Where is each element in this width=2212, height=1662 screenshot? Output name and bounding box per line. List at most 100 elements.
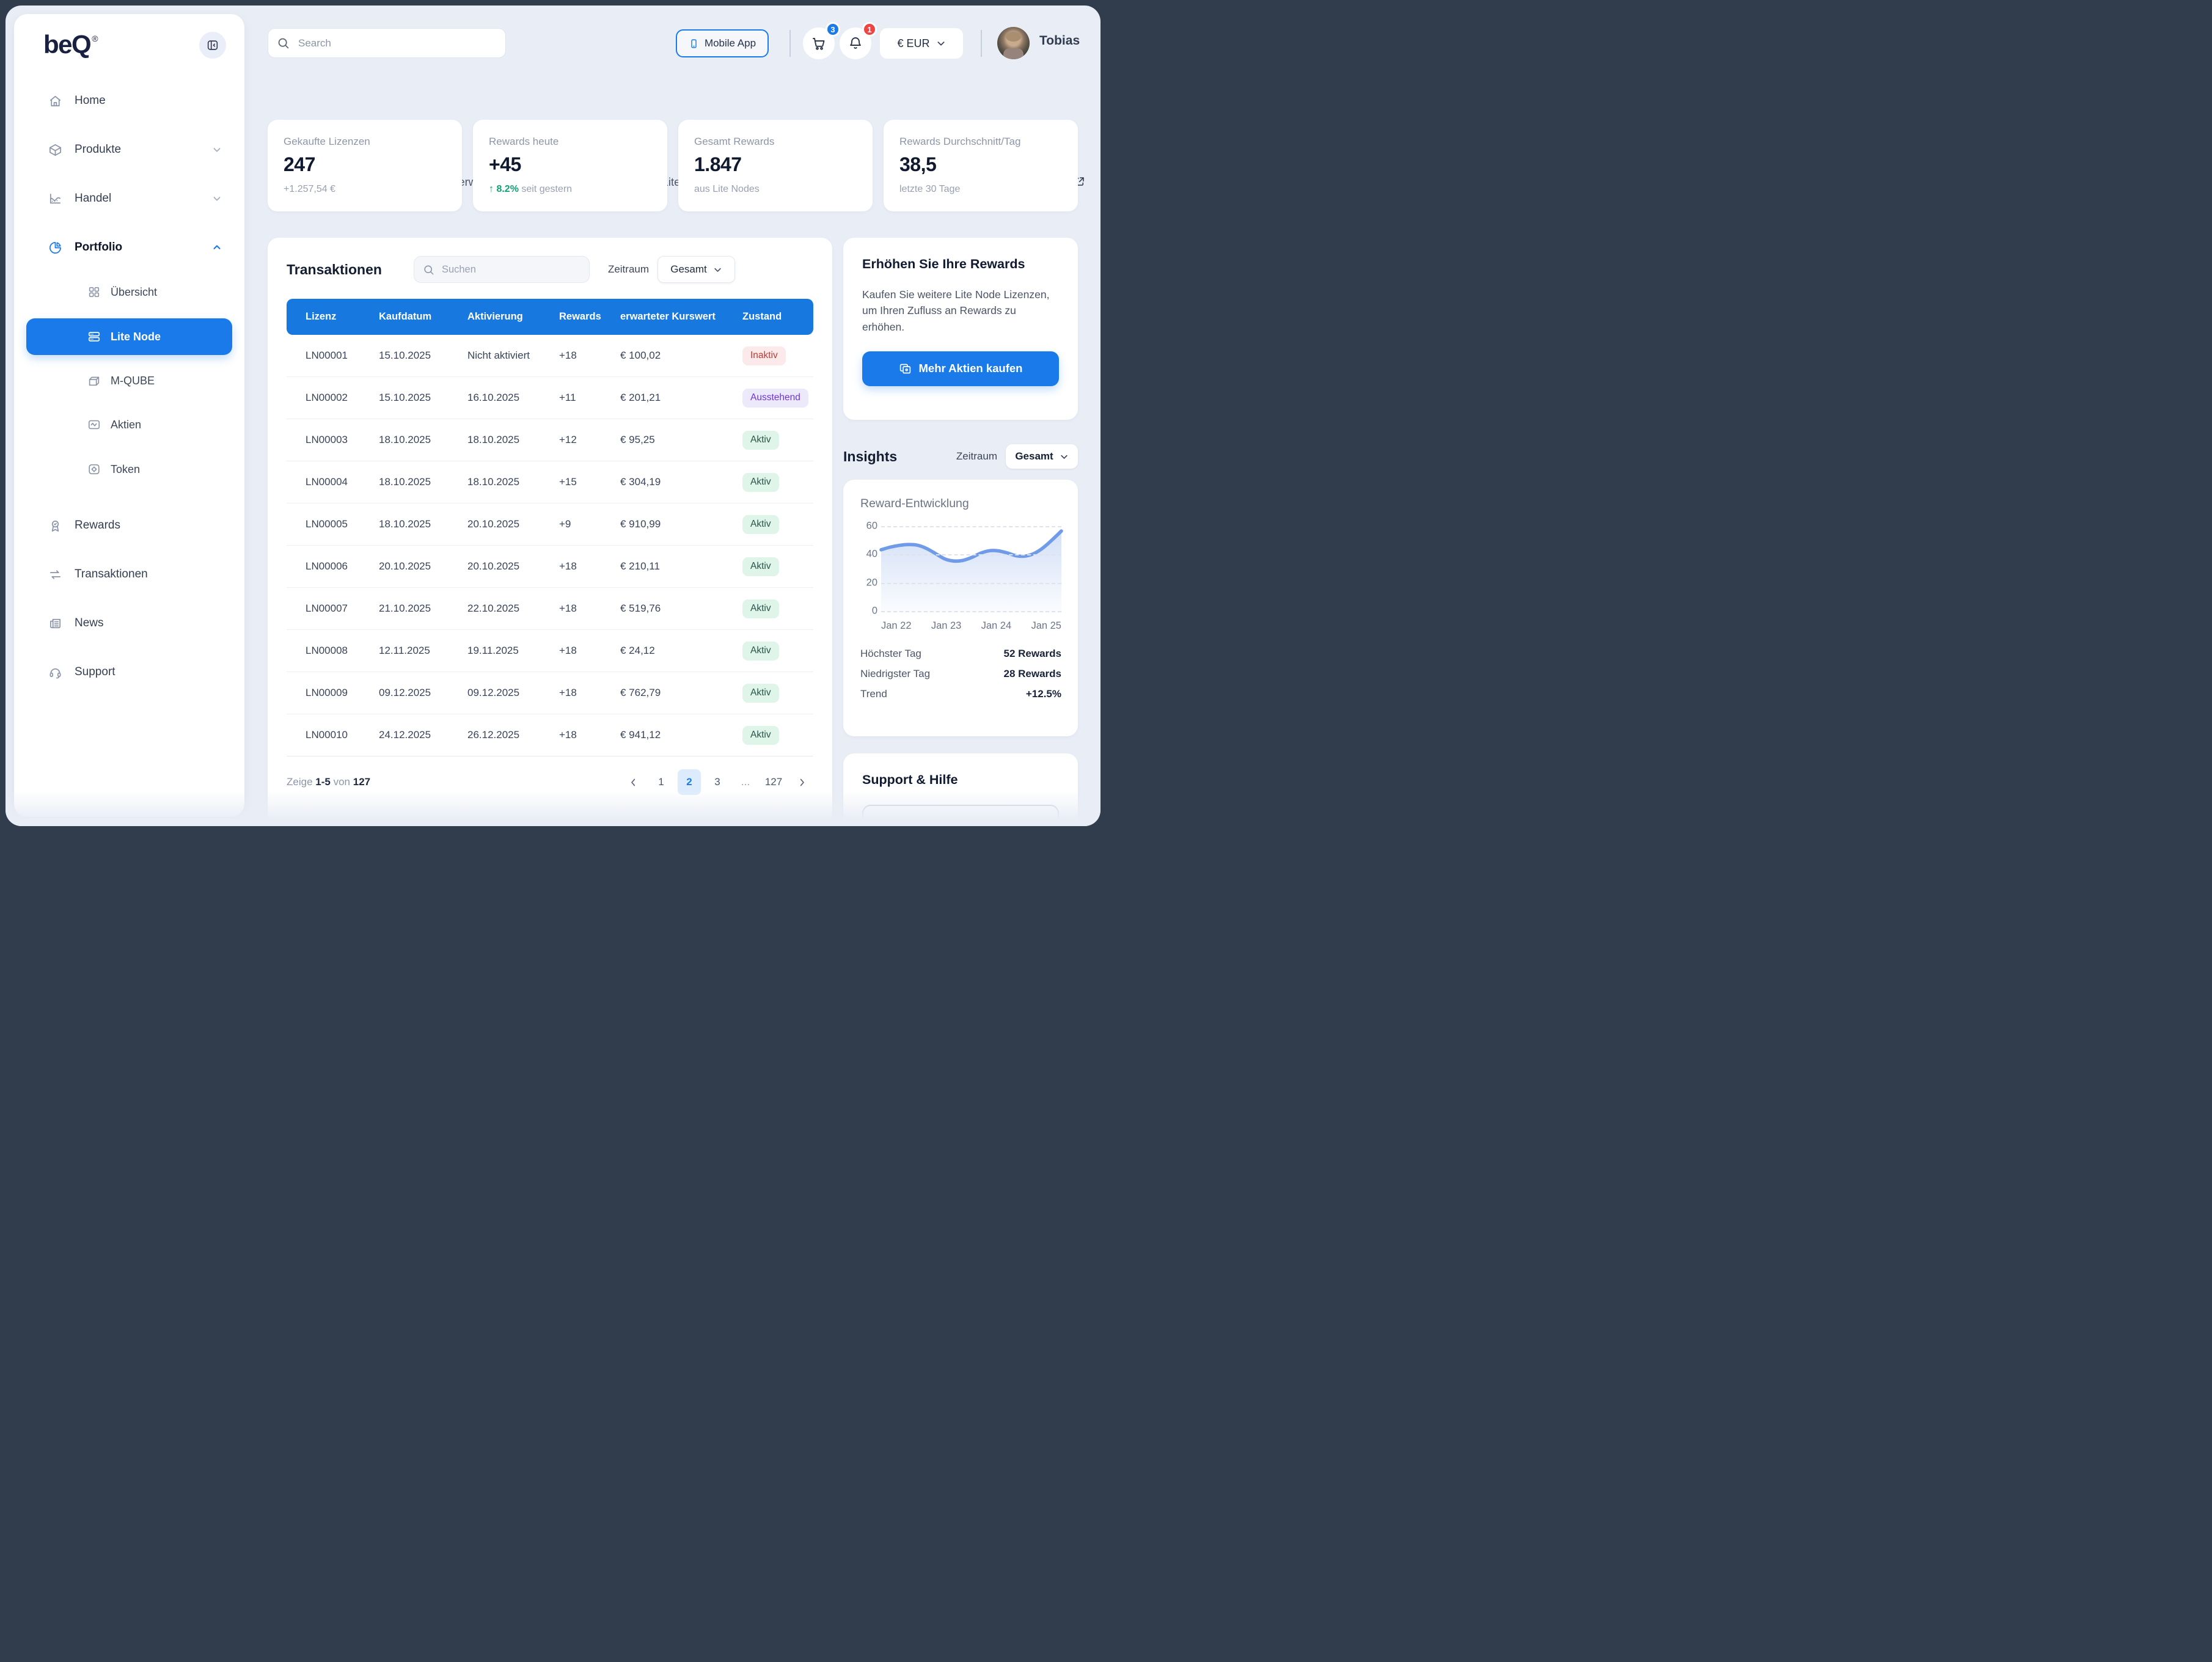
chevron-down-icon: [1060, 452, 1069, 461]
y-tick-label: 40: [866, 549, 877, 560]
cell-rewards: +18: [559, 560, 620, 573]
transactions-table: LizenzKaufdatumAktivierungRewardserwarte…: [287, 299, 813, 756]
package-icon: [48, 143, 62, 157]
sidebar-item-support[interactable]: Support: [26, 655, 232, 689]
sidebar-item-handel[interactable]: Handel: [26, 181, 232, 216]
cell-rewards: +9: [559, 518, 620, 530]
chart-stat-label: Trend: [860, 688, 887, 700]
cell-kurswert: € 100,02: [620, 350, 742, 362]
table-row-ln00006: LN0000620.10.202520.10.2025+18€ 210,11Ak…: [287, 546, 813, 588]
status-badge: Aktiv: [742, 557, 779, 576]
cell-rewards: +12: [559, 434, 620, 446]
search-icon: [423, 264, 434, 276]
cube-icon: [87, 374, 101, 387]
status-badge: Aktiv: [742, 431, 779, 450]
sidebar-item-home[interactable]: Home: [26, 84, 232, 118]
cell-rewards: +18: [559, 350, 620, 362]
gridline: [881, 583, 1061, 584]
sidebar-collapse-button[interactable]: [199, 32, 226, 59]
table-row-ln00008: LN0000812.11.202519.11.2025+18€ 24,12Akt…: [287, 630, 813, 672]
table-row-ln00010: LN0001024.12.202526.12.2025+18€ 941,12Ak…: [287, 714, 813, 756]
cell-lizenz: LN00005: [306, 518, 379, 530]
boost-body: Kaufen Sie weitere Lite Node Lizenzen, u…: [862, 287, 1059, 335]
news-icon: [48, 617, 62, 631]
status-badge: Aktiv: [742, 599, 779, 618]
transactions-search: [414, 256, 590, 283]
chart-stat-label: Niedrigster Tag: [860, 668, 930, 680]
global-search: [268, 28, 506, 58]
next-page-button[interactable]: [790, 769, 813, 795]
gridline: [881, 611, 1061, 612]
cell-lizenz: LN00001: [306, 350, 379, 362]
page-button-2[interactable]: 2: [678, 769, 701, 795]
zeitraum-label: Zeitraum: [608, 263, 649, 276]
page-button-3[interactable]: 3: [706, 769, 729, 795]
currency-selector[interactable]: € EUR: [880, 28, 963, 59]
sidebar-item-produkte[interactable]: Produkte: [26, 133, 232, 167]
stat-label: Rewards heute: [489, 136, 651, 148]
sidebar-item-label: M-QUBE: [111, 375, 155, 387]
buy-more-shares-button[interactable]: Mehr Aktien kaufen: [862, 351, 1059, 386]
stat-card-gekaufte-lizenzen: Gekaufte Lizenzen247+1.257,54 €: [268, 120, 462, 211]
status-badge: Aktiv: [742, 726, 779, 745]
insights-title: Insights: [843, 448, 897, 465]
search-input[interactable]: [297, 37, 497, 50]
column-header-kaufdatum: Kaufdatum: [379, 311, 467, 323]
cell-rewards: +18: [559, 729, 620, 741]
table-row-ln00007: LN0000721.10.202522.10.2025+18€ 519,76Ak…: [287, 588, 813, 630]
topbar-divider-2: [981, 30, 982, 57]
chevron-down-icon: [713, 265, 722, 274]
sidebar-item-m-qube[interactable]: M-QUBE: [26, 364, 232, 398]
sidebar-item-label: Support: [75, 665, 115, 679]
app-window: beQ® HomeProdukteHandelPortfolioÜbersich…: [5, 5, 1101, 826]
user-avatar[interactable]: [997, 27, 1030, 59]
column-header-zustand: Zustand: [742, 311, 813, 323]
grid-icon: [87, 285, 101, 299]
status-badge: Aktiv: [742, 684, 779, 703]
sidebar-item-rewards[interactable]: Rewards: [26, 508, 232, 543]
status-badge: Ausstehend: [742, 389, 808, 408]
screen: beQ® HomeProdukteHandelPortfolioÜbersich…: [0, 0, 1106, 831]
sidebar-item-portfolio[interactable]: Portfolio: [26, 230, 232, 265]
cell-rewards: +11: [559, 392, 620, 404]
award-icon: [48, 519, 62, 533]
cell-kaufdatum: 09.12.2025: [379, 687, 467, 699]
sidebar-item-label: Lite Node: [111, 331, 161, 343]
page-button-127[interactable]: 127: [762, 769, 785, 795]
stat-value: +45: [489, 153, 651, 176]
page-button-1[interactable]: 1: [650, 769, 673, 795]
cell-lizenz: LN00008: [306, 645, 379, 657]
gridline: [881, 526, 1061, 527]
status-badge: Aktiv: [742, 642, 779, 661]
column-header-rewards: Rewards: [559, 311, 620, 323]
cell-aktivierung: 09.12.2025: [467, 687, 559, 699]
column-header-aktivierung: Aktivierung: [467, 311, 559, 323]
stat-card-gesamt-rewards: Gesamt Rewards1.847aus Lite Nodes: [678, 120, 873, 211]
chevron-down-icon: [936, 38, 946, 48]
support-action-field[interactable]: [862, 805, 1059, 826]
headset-icon: [48, 665, 62, 679]
cell-kaufdatum: 15.10.2025: [379, 350, 467, 362]
zeitraum-select[interactable]: Gesamt: [657, 256, 735, 283]
x-tick-label: Jan 24: [981, 620, 1012, 632]
insights-zeitraum-select[interactable]: Gesamt: [1006, 444, 1078, 469]
sidebar-item-news[interactable]: News: [26, 606, 232, 640]
sidebar-item-lite-node[interactable]: Lite Node: [26, 318, 232, 355]
table-row-ln00001: LN0000115.10.2025Nicht aktiviert+18€ 100…: [287, 335, 813, 377]
stat-value: 247: [284, 153, 446, 176]
cell-kaufdatum: 15.10.2025: [379, 392, 467, 404]
reward-chart-card: Reward-Entwicklung 6040200: [843, 480, 1078, 736]
y-tick-label: 0: [872, 606, 877, 617]
sidebar-item-transaktionen[interactable]: Transaktionen: [26, 557, 232, 591]
registered-mark: ®: [92, 34, 98, 43]
sidebar-item-token[interactable]: Token: [26, 452, 232, 486]
cell-kaufdatum: 21.10.2025: [379, 602, 467, 615]
status-badge: Inaktiv: [742, 346, 786, 365]
mobile-app-button[interactable]: Mobile App: [676, 29, 769, 57]
previous-page-button[interactable]: [621, 769, 645, 795]
sidebar-item-bersicht[interactable]: Übersicht: [26, 275, 232, 309]
home-icon: [48, 94, 62, 108]
transactions-search-input[interactable]: [441, 263, 580, 276]
sidebar-item-aktien[interactable]: Aktien: [26, 408, 232, 442]
transfer-icon: [48, 568, 62, 582]
